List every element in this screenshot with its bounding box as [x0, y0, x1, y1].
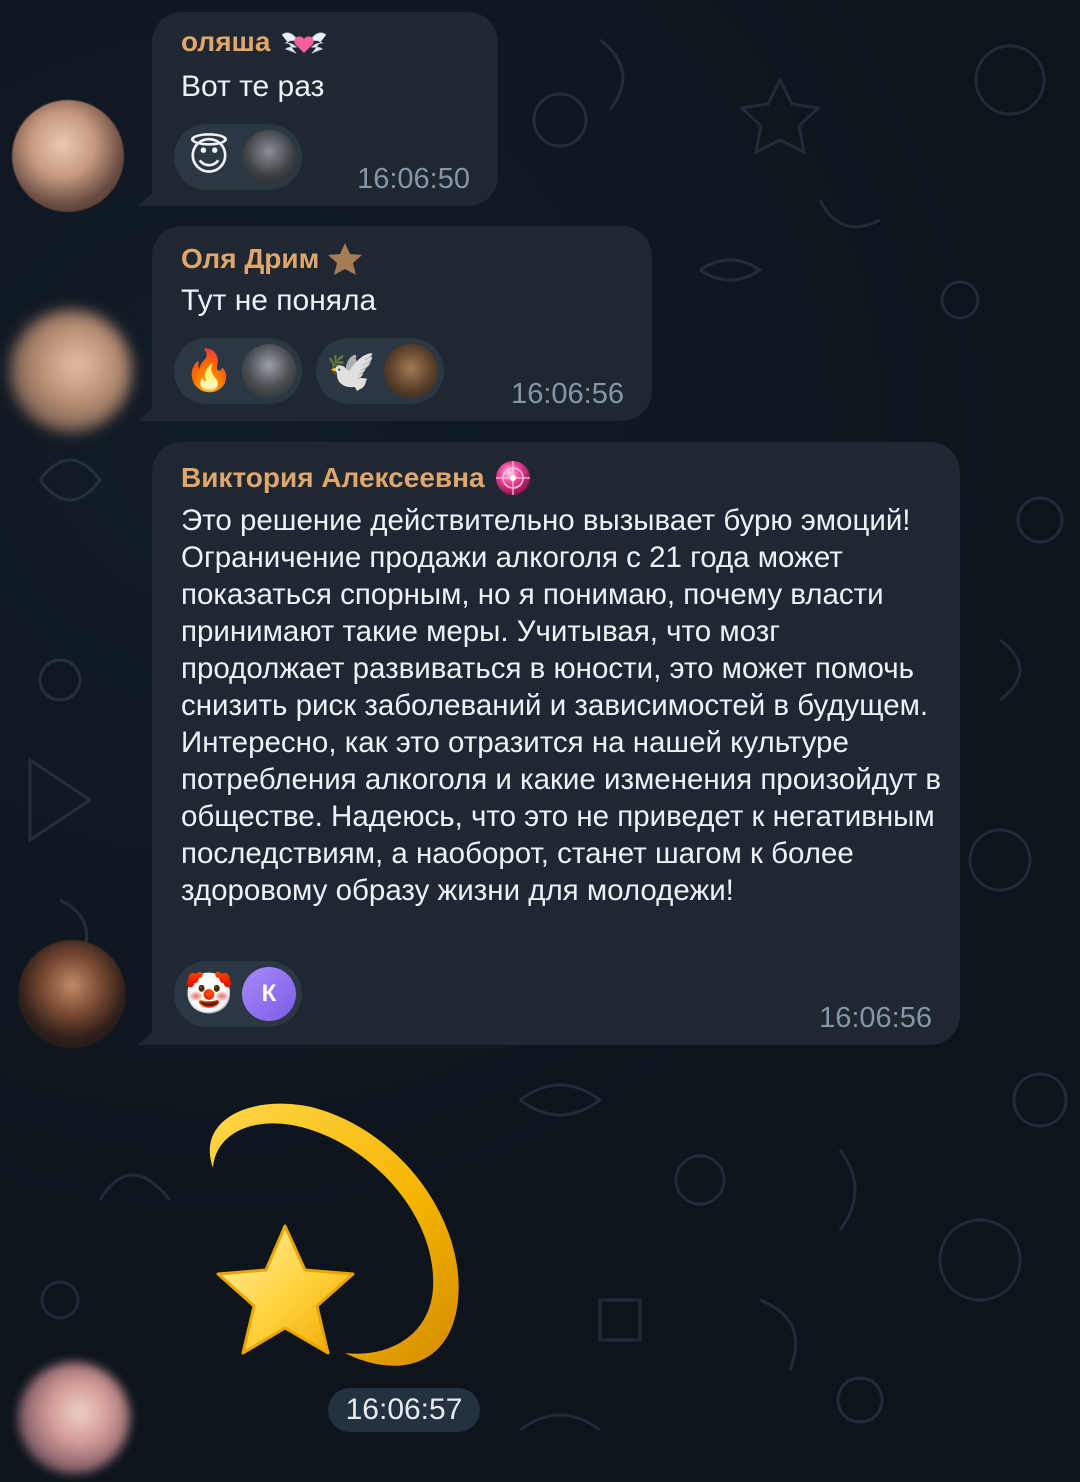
- reactor-avatar: [384, 344, 438, 398]
- sender-avatar[interactable]: [18, 1362, 130, 1474]
- shooting-star-icon[interactable]: [185, 1088, 485, 1388]
- message-text: Вот те раз: [181, 70, 325, 103]
- clown-face-icon: 🤡: [184, 972, 234, 1016]
- message-timestamp: 16:06:56: [511, 378, 624, 410]
- message-timestamp: 16:06:50: [357, 163, 470, 195]
- reaction-pill[interactable]: 😇: [174, 124, 302, 190]
- reactions-bar: 😇: [174, 124, 302, 190]
- reaction-pill[interactable]: 🤡 К: [174, 961, 302, 1027]
- smiling-face-with-halo-icon: 😇: [188, 135, 230, 179]
- chat-view: оляша Вот те раз 😇 16:06:50 Оля Дрим Тут…: [0, 0, 1080, 1482]
- reactor-avatar: [242, 130, 296, 184]
- reactor-avatar: К: [242, 967, 296, 1021]
- message-timestamp: 16:06:56: [819, 1002, 932, 1034]
- message-bubble[interactable]: оляша Вот те раз 😇 16:06:50: [152, 12, 498, 206]
- sender-name[interactable]: Виктория Алексеевна: [181, 458, 533, 498]
- fire-icon: 🔥: [184, 349, 234, 393]
- winged-heart-icon: [282, 32, 327, 54]
- star-icon: [328, 243, 363, 275]
- reaction-pill[interactable]: 🕊️: [316, 338, 444, 404]
- sender-avatar[interactable]: [10, 310, 132, 432]
- sticker-timestamp: 16:06:57: [328, 1388, 480, 1432]
- sender-avatar[interactable]: [12, 100, 124, 212]
- pink-orb-icon: [495, 461, 530, 495]
- reactions-bar: 🔥 🕊️: [174, 338, 444, 404]
- sender-name[interactable]: оляша: [181, 26, 330, 58]
- reactions-bar: 🤡 К: [174, 961, 302, 1027]
- dove-icon: 🕊️: [326, 349, 376, 393]
- reactor-avatar: [242, 344, 296, 398]
- sender-avatar[interactable]: [18, 940, 126, 1048]
- sender-name-text: оляша: [181, 26, 271, 57]
- message-bubble[interactable]: Виктория Алексеевна Это решение действит…: [152, 442, 960, 1045]
- message-text: Тут не поняла: [181, 284, 377, 317]
- sender-name-text: Виктория Алексеевна: [181, 462, 485, 493]
- sender-name-text: Оля Дрим: [181, 243, 320, 274]
- sender-name[interactable]: Оля Дрим: [181, 242, 363, 276]
- message-text: Это решение действительно вызывает бурю …: [181, 504, 942, 907]
- reaction-pill[interactable]: 🔥: [174, 338, 302, 404]
- message-bubble[interactable]: Оля Дрим Тут не поняла 🔥 🕊️ 16:06:56: [152, 226, 652, 421]
